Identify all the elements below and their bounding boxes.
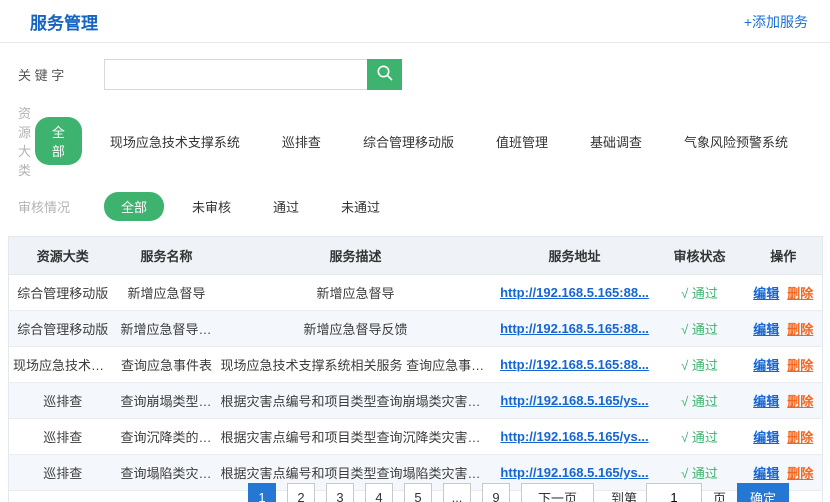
table-row: 综合管理移动版 新增应急督导反馈 新增应急督导反馈 http://192.168… — [9, 311, 823, 347]
cell-description: 现场应急技术支撑系统相关服务 查询应急事件表 — [217, 347, 495, 383]
audit-filter-label: 审核情况 — [18, 197, 104, 216]
resource-option-0[interactable]: 现场应急技术支撑系统 — [110, 132, 240, 151]
page-button-4[interactable]: 4 — [365, 483, 393, 502]
delete-link[interactable]: 删除 — [787, 466, 813, 481]
page-button-2[interactable]: 2 — [287, 483, 315, 502]
cell-category: 现场应急技术支... — [9, 347, 117, 383]
audit-option-2[interactable]: 未通过 — [341, 197, 380, 216]
search-box — [104, 59, 402, 90]
search-label: 关 键 字 — [18, 65, 104, 84]
service-url-link[interactable]: http://192.168.5.165/ys... — [500, 465, 648, 480]
page-button-5[interactable]: 5 — [404, 483, 432, 502]
resource-option-2[interactable]: 综合管理移动版 — [363, 132, 454, 151]
page-button-3[interactable]: 3 — [326, 483, 354, 502]
page-header: 服务管理 +添加服务 — [0, 0, 830, 43]
cell-name: 查询沉降类的灾... — [117, 419, 217, 455]
cell-name: 查询塌陷类灾害... — [117, 455, 217, 491]
delete-link[interactable]: 删除 — [787, 394, 813, 409]
search-row: 关 键 字 — [18, 59, 830, 90]
cell-category: 巡排查 — [9, 491, 117, 502]
edit-link[interactable]: 编辑 — [753, 286, 779, 301]
resource-option-5[interactable]: 气象风险预警系统 — [684, 132, 788, 151]
services-table: 资源大类 服务名称 服务描述 服务地址 审核状态 操作 综合管理移动版 新增应急… — [8, 236, 823, 502]
goto-page-input[interactable] — [646, 483, 702, 502]
page-title: 服务管理 — [30, 9, 98, 34]
goto-page-suffix: 页 — [713, 488, 726, 502]
status-badge: √ 通过 — [681, 430, 718, 445]
page-ellipsis: ... — [443, 483, 471, 502]
col-header-name: 服务名称 — [117, 237, 217, 275]
search-button[interactable] — [367, 59, 402, 90]
edit-link[interactable]: 编辑 — [753, 322, 779, 337]
service-url-link[interactable]: http://192.168.5.165/ys... — [500, 429, 648, 444]
pagination: 1 2 3 4 5 ... 9 下一页 到第 页 确定 — [248, 483, 789, 502]
filter-row-resource: 资源大类 全部 现场应急技术支撑系统 巡排查 综合管理移动版 值班管理 基础调查… — [18, 103, 830, 179]
audit-filter-all-chip[interactable]: 全部 — [104, 192, 164, 221]
delete-link[interactable]: 删除 — [787, 286, 813, 301]
cell-description: 新增应急督导反馈 — [217, 311, 495, 347]
cell-name: 新增应急督导反馈 — [117, 311, 217, 347]
cell-category: 综合管理移动版 — [9, 275, 117, 311]
cell-name: 查询应急事件表 — [117, 347, 217, 383]
goto-page-prefix: 到第 — [611, 488, 637, 502]
col-header-description: 服务描述 — [217, 237, 495, 275]
resource-option-3[interactable]: 值班管理 — [496, 132, 548, 151]
cell-description: 新增应急督导 — [217, 275, 495, 311]
status-badge: √ 通过 — [681, 322, 718, 337]
cell-category: 巡排查 — [9, 419, 117, 455]
services-table-wrap: 资源大类 服务名称 服务描述 服务地址 审核状态 操作 综合管理移动版 新增应急… — [8, 236, 822, 502]
table-row: 巡排查 查询沉降类的灾... 根据灾害点编号和项目类型查询沉降类灾害点的详...… — [9, 419, 823, 455]
cell-category: 巡排查 — [9, 455, 117, 491]
service-url-link[interactable]: http://192.168.5.165:88... — [500, 285, 649, 300]
filter-row-audit: 审核情况 全部 未审核 通过 未通过 — [18, 192, 830, 221]
table-row: 综合管理移动版 新增应急督导 新增应急督导 http://192.168.5.1… — [9, 275, 823, 311]
resource-filter-label: 资源大类 — [18, 103, 35, 179]
cell-description: 根据灾害点编号和项目类型查询沉降类灾害点的详... — [217, 419, 495, 455]
search-input[interactable] — [104, 59, 367, 90]
service-url-link[interactable]: http://192.168.5.165:88... — [500, 357, 649, 372]
col-header-category: 资源大类 — [9, 237, 117, 275]
delete-link[interactable]: 删除 — [787, 430, 813, 445]
col-header-status: 审核状态 — [655, 237, 745, 275]
cell-description: 根据灾害点编号和项目类型查询崩塌类灾害点的详... — [217, 383, 495, 419]
delete-link[interactable]: 删除 — [787, 358, 813, 373]
cell-name: 查询崩塌类型的... — [117, 383, 217, 419]
audit-option-0[interactable]: 未审核 — [192, 197, 231, 216]
cell-category: 综合管理移动版 — [9, 311, 117, 347]
edit-link[interactable]: 编辑 — [753, 358, 779, 373]
goto-confirm-button[interactable]: 确定 — [737, 483, 789, 502]
status-badge: √ 通过 — [681, 286, 718, 301]
col-header-ops: 操作 — [745, 237, 823, 275]
search-icon — [376, 64, 394, 85]
audit-option-1[interactable]: 通过 — [273, 197, 299, 216]
resource-option-1[interactable]: 巡排查 — [282, 132, 321, 151]
delete-link[interactable]: 删除 — [787, 322, 813, 337]
status-badge: √ 通过 — [681, 394, 718, 409]
service-url-link[interactable]: http://192.168.5.165/ys... — [500, 393, 648, 408]
cell-name: 查询滑坡灾害点... — [117, 491, 217, 502]
edit-link[interactable]: 编辑 — [753, 430, 779, 445]
table-row: 巡排查 查询崩塌类型的... 根据灾害点编号和项目类型查询崩塌类灾害点的详...… — [9, 383, 823, 419]
edit-link[interactable]: 编辑 — [753, 394, 779, 409]
cell-name: 新增应急督导 — [117, 275, 217, 311]
resource-filter-all-chip[interactable]: 全部 — [35, 117, 82, 165]
page-button-1[interactable]: 1 — [248, 483, 276, 502]
service-url-link[interactable]: http://192.168.5.165:88... — [500, 321, 649, 336]
resource-option-4[interactable]: 基础调查 — [590, 132, 642, 151]
table-header-row: 资源大类 服务名称 服务描述 服务地址 审核状态 操作 — [9, 237, 823, 275]
cell-category: 巡排查 — [9, 383, 117, 419]
add-service-button[interactable]: +添加服务 — [744, 12, 808, 32]
status-badge: √ 通过 — [681, 358, 718, 373]
edit-link[interactable]: 编辑 — [753, 466, 779, 481]
next-page-button[interactable]: 下一页 — [521, 483, 594, 502]
col-header-url: 服务地址 — [495, 237, 655, 275]
table-row: 现场应急技术支... 查询应急事件表 现场应急技术支撑系统相关服务 查询应急事件… — [9, 347, 823, 383]
status-badge: √ 通过 — [681, 466, 718, 481]
page-button-9[interactable]: 9 — [482, 483, 510, 502]
